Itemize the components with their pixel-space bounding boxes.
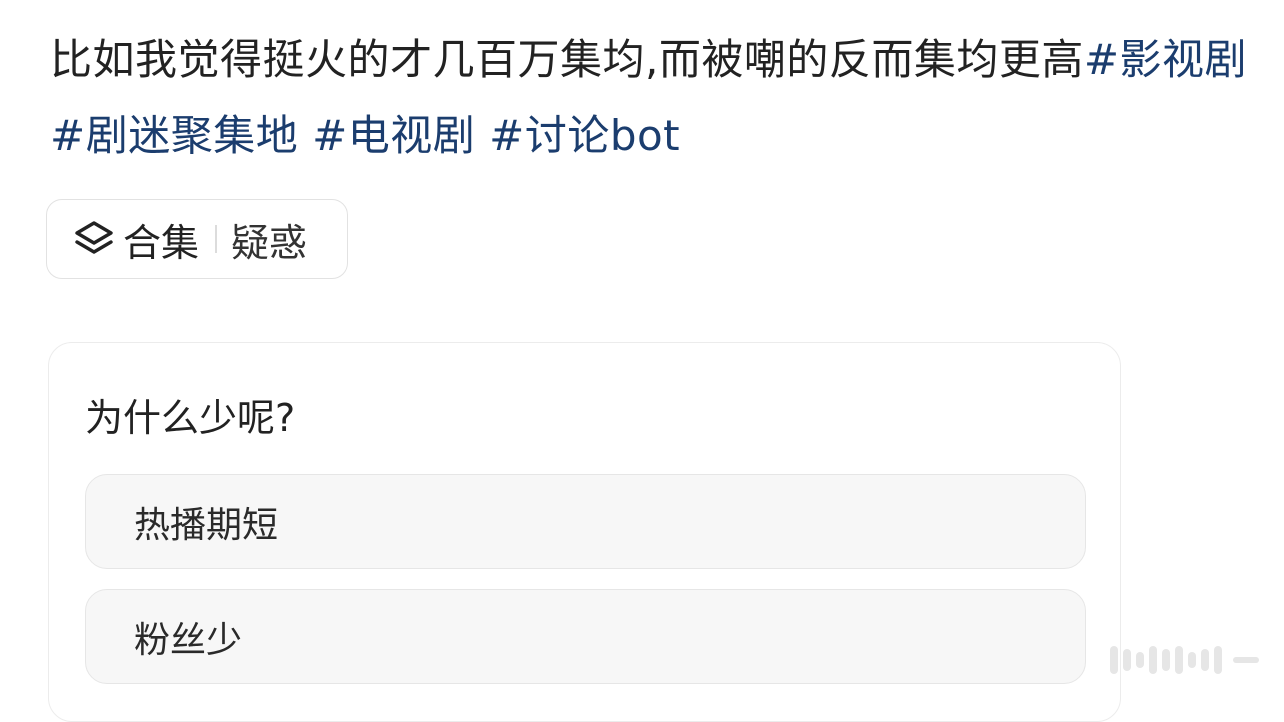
poll-option[interactable]: 热播期短 — [85, 474, 1086, 569]
collection-label: 合集 — [123, 220, 200, 265]
post-body-text: 比如我觉得挺火的才几百万集均,而被嘲的反而集均更高 — [50, 35, 1084, 84]
layers-icon — [73, 218, 115, 260]
hashtag-link[interactable]: #影视剧 — [1084, 35, 1247, 84]
chip-divider — [215, 225, 218, 253]
hashtag-link[interactable]: #剧迷聚集地 — [50, 111, 298, 160]
hashtag-link[interactable]: #电视剧 — [312, 111, 475, 160]
hashtag-link[interactable]: #讨论bot — [489, 111, 680, 160]
poll-question: 为什么少呢? — [85, 396, 296, 440]
poll-card: 为什么少呢? 热播期短 粉丝少 — [48, 342, 1121, 722]
post-content: 比如我觉得挺火的才几百万集均,而被嘲的反而集均更高#影视剧 #剧迷聚集地 #电视… — [50, 22, 1250, 174]
collection-name: 疑惑 — [231, 220, 308, 265]
poll-option[interactable]: 粉丝少 — [85, 589, 1086, 684]
watermark-logo — [1110, 644, 1270, 676]
collection-chip[interactable]: 合集 疑惑 — [46, 199, 348, 279]
